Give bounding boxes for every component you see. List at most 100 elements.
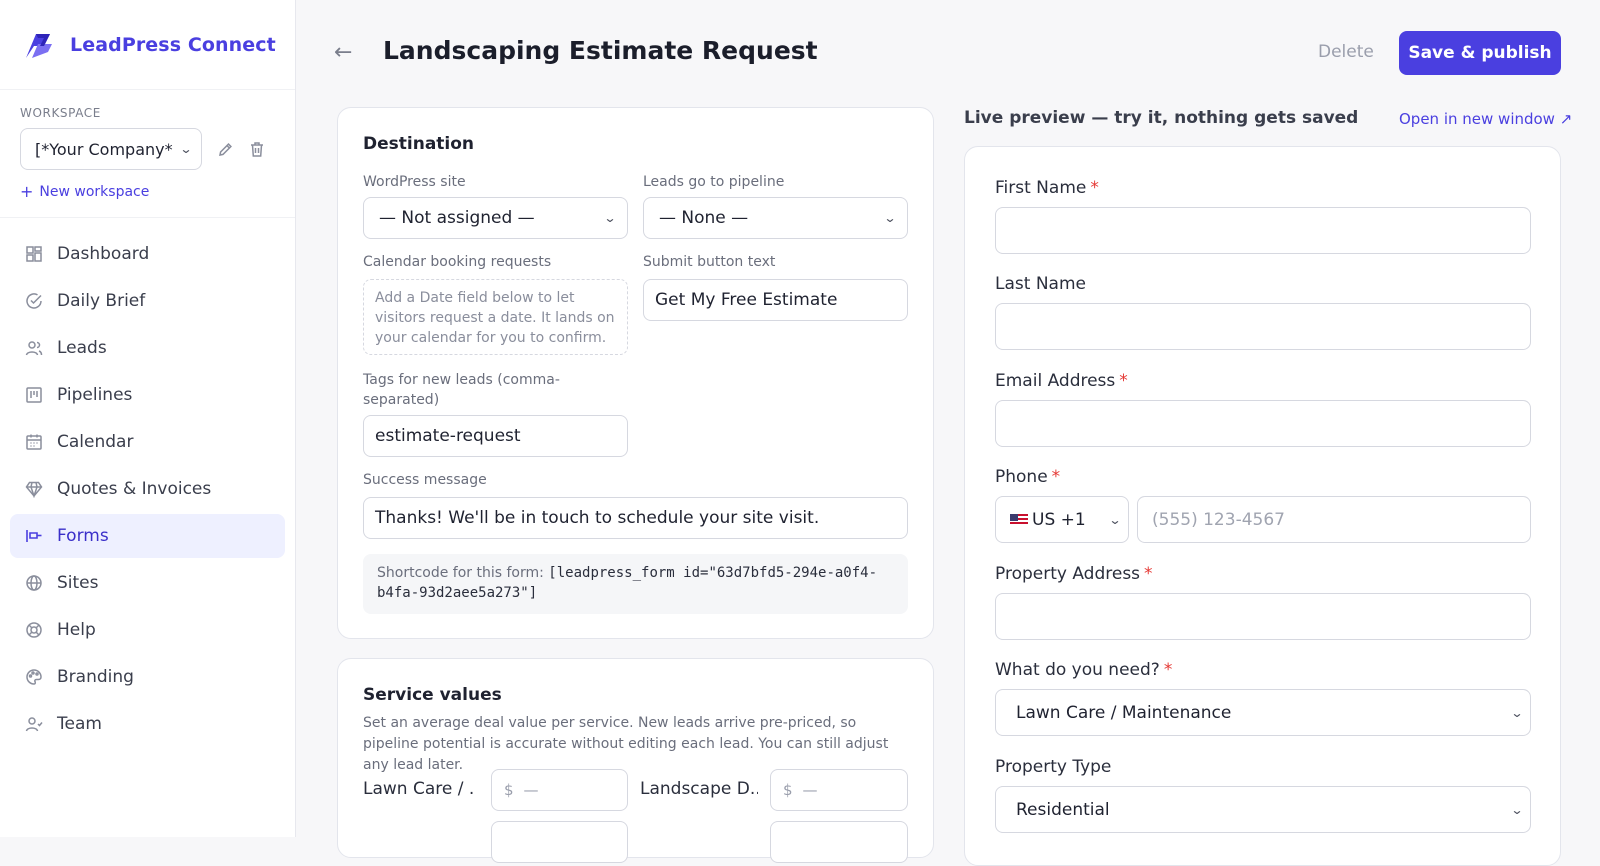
plus-icon: +	[20, 182, 34, 201]
service-values-description: Set an average deal value per service. N…	[363, 715, 889, 773]
sidebar-item-branding[interactable]: Branding	[10, 655, 285, 699]
pipeline-select[interactable]: — None — ⌄	[643, 197, 908, 239]
email-label-text: Email Address	[995, 371, 1116, 391]
first-name-label-text: First Name	[995, 178, 1087, 198]
sidebar-item-sites[interactable]: Sites	[10, 561, 285, 605]
workspace-select[interactable]: [*Your Company* ⌄	[20, 128, 202, 170]
tags-label: Tags for new leads (comma-separated)	[363, 372, 560, 408]
new-workspace-link[interactable]: + New workspace	[20, 182, 275, 201]
sidebar-item-label: Daily Brief	[57, 291, 146, 311]
us-flag-icon	[1010, 513, 1028, 526]
property-type-value: Residential	[1016, 799, 1110, 820]
tags-value: estimate-request	[375, 426, 521, 446]
phone-label: Phone *	[995, 467, 1060, 487]
first-name-input[interactable]	[995, 207, 1531, 254]
lifebuoy-icon	[24, 620, 44, 640]
team-icon	[24, 714, 44, 734]
phone-country-select[interactable]: US +1 ⌄	[995, 496, 1129, 543]
sidebar-item-dashboard[interactable]: Dashboard	[10, 232, 285, 276]
service-value-input[interactable]	[491, 821, 628, 863]
service-label-landscape-design: Landscape D...	[640, 779, 758, 799]
service-values-title: Service values	[363, 685, 502, 705]
submit-text-input[interactable]: Get My Free Estimate	[643, 279, 908, 321]
wp-site-label: WordPress site	[363, 174, 466, 190]
leadpress-logo-icon	[26, 33, 52, 58]
sidebar-item-label: Help	[57, 620, 96, 640]
phone-placeholder: (555) 123-4567	[1152, 509, 1285, 530]
currency-symbol: $	[783, 781, 793, 799]
required-mark: *	[1163, 660, 1173, 680]
submit-text-value: Get My Free Estimate	[655, 290, 838, 310]
property-type-label: Property Type	[995, 757, 1112, 777]
sidebar-item-label: Calendar	[57, 432, 134, 452]
last-name-input[interactable]	[995, 303, 1531, 350]
pipeline-label: Leads go to pipeline	[643, 174, 785, 190]
calendar-icon	[24, 432, 44, 452]
trash-icon[interactable]	[248, 140, 266, 158]
chevron-down-icon: ⌄	[1510, 802, 1524, 817]
users-icon	[24, 338, 44, 358]
service-values-card: Service values Set an average deal value…	[337, 658, 934, 863]
sidebar-item-label: Sites	[57, 573, 99, 593]
kanban-icon	[24, 385, 44, 405]
property-type-select[interactable]: Residential ⌄	[995, 786, 1531, 833]
destination-card: Destination WordPress site — Not assigne…	[337, 107, 934, 639]
shortcode-prefix: Shortcode for this form:	[377, 565, 544, 581]
success-message-input[interactable]: Thanks! We'll be in touch to schedule yo…	[363, 497, 908, 539]
sidebar: LeadPress Connect WORKSPACE [*Your Compa…	[0, 0, 296, 837]
phone-country-value: US +1	[1010, 510, 1086, 530]
success-message-label: Success message	[363, 472, 487, 488]
sidebar-item-calendar[interactable]: Calendar	[10, 420, 285, 464]
save-publish-button[interactable]: Save & publish	[1399, 31, 1561, 75]
wp-site-value: — Not assigned —	[379, 208, 535, 228]
property-address-label: Property Address *	[995, 564, 1153, 584]
tags-input[interactable]: estimate-request	[363, 415, 628, 457]
property-address-label-text: Property Address	[995, 564, 1141, 584]
service-value-input-landscape-design[interactable]: $ —	[770, 769, 908, 811]
chevron-down-icon: ⌄	[179, 142, 193, 156]
sidebar-item-leads[interactable]: Leads	[10, 326, 285, 370]
pencil-icon[interactable]	[216, 140, 234, 158]
submit-text-label: Submit button text	[643, 254, 776, 270]
sidebar-item-help[interactable]: Help	[10, 608, 285, 652]
open-new-window-link[interactable]: Open in new window ↗	[1399, 110, 1572, 128]
service-value-input-lawn-care[interactable]: $ —	[491, 769, 628, 811]
chevron-down-icon: ⌄	[883, 211, 897, 225]
required-mark: *	[1090, 178, 1099, 198]
calendar-booking-hint: Add a Date field below to let visitors r…	[363, 279, 628, 355]
service-value-input[interactable]	[770, 821, 908, 863]
required-mark: *	[1144, 564, 1153, 584]
sidebar-item-label: Pipelines	[57, 385, 133, 405]
sidebar-nav: Dashboard Daily Brief Leads Pipelines Ca…	[0, 218, 295, 746]
service-value-empty: —	[802, 781, 818, 799]
sidebar-item-quotes-invoices[interactable]: Quotes & Invoices	[10, 467, 285, 511]
chevron-down-icon: ⌄	[1510, 705, 1524, 720]
wp-site-select[interactable]: — Not assigned — ⌄	[363, 197, 628, 239]
sidebar-item-label: Leads	[57, 338, 107, 358]
sidebar-item-team[interactable]: Team	[10, 702, 285, 746]
property-address-input[interactable]	[995, 593, 1531, 640]
service-need-label: What do you need? *	[995, 660, 1172, 680]
delete-button[interactable]: Delete	[1318, 42, 1374, 62]
sidebar-item-label: Dashboard	[57, 244, 150, 264]
required-mark: *	[1119, 371, 1128, 391]
service-label-lawn-care: Lawn Care / ...	[363, 779, 475, 799]
sidebar-item-daily-brief[interactable]: Daily Brief	[10, 279, 285, 323]
live-preview-heading: Live preview — try it, nothing gets save…	[964, 108, 1359, 128]
workspace-selected-value: [*Your Company*	[35, 139, 173, 159]
check-circle-icon	[24, 291, 44, 311]
brand[interactable]: LeadPress Connect	[0, 0, 295, 90]
destination-title: Destination	[363, 134, 475, 154]
currency-symbol: $	[504, 781, 514, 799]
sidebar-item-label: Team	[57, 714, 102, 734]
sidebar-item-forms[interactable]: Forms	[10, 514, 285, 558]
shortcode-box[interactable]: Shortcode for this form: [leadpress_form…	[363, 554, 908, 614]
palette-icon	[24, 667, 44, 687]
back-arrow-icon[interactable]: ←	[334, 40, 352, 65]
service-value-empty: —	[523, 781, 539, 799]
sidebar-item-pipelines[interactable]: Pipelines	[10, 373, 285, 417]
service-need-select[interactable]: Lawn Care / Maintenance ⌄	[995, 689, 1531, 736]
phone-input[interactable]: (555) 123-4567	[1137, 496, 1531, 543]
email-input[interactable]	[995, 400, 1531, 447]
required-mark: *	[1051, 467, 1061, 487]
